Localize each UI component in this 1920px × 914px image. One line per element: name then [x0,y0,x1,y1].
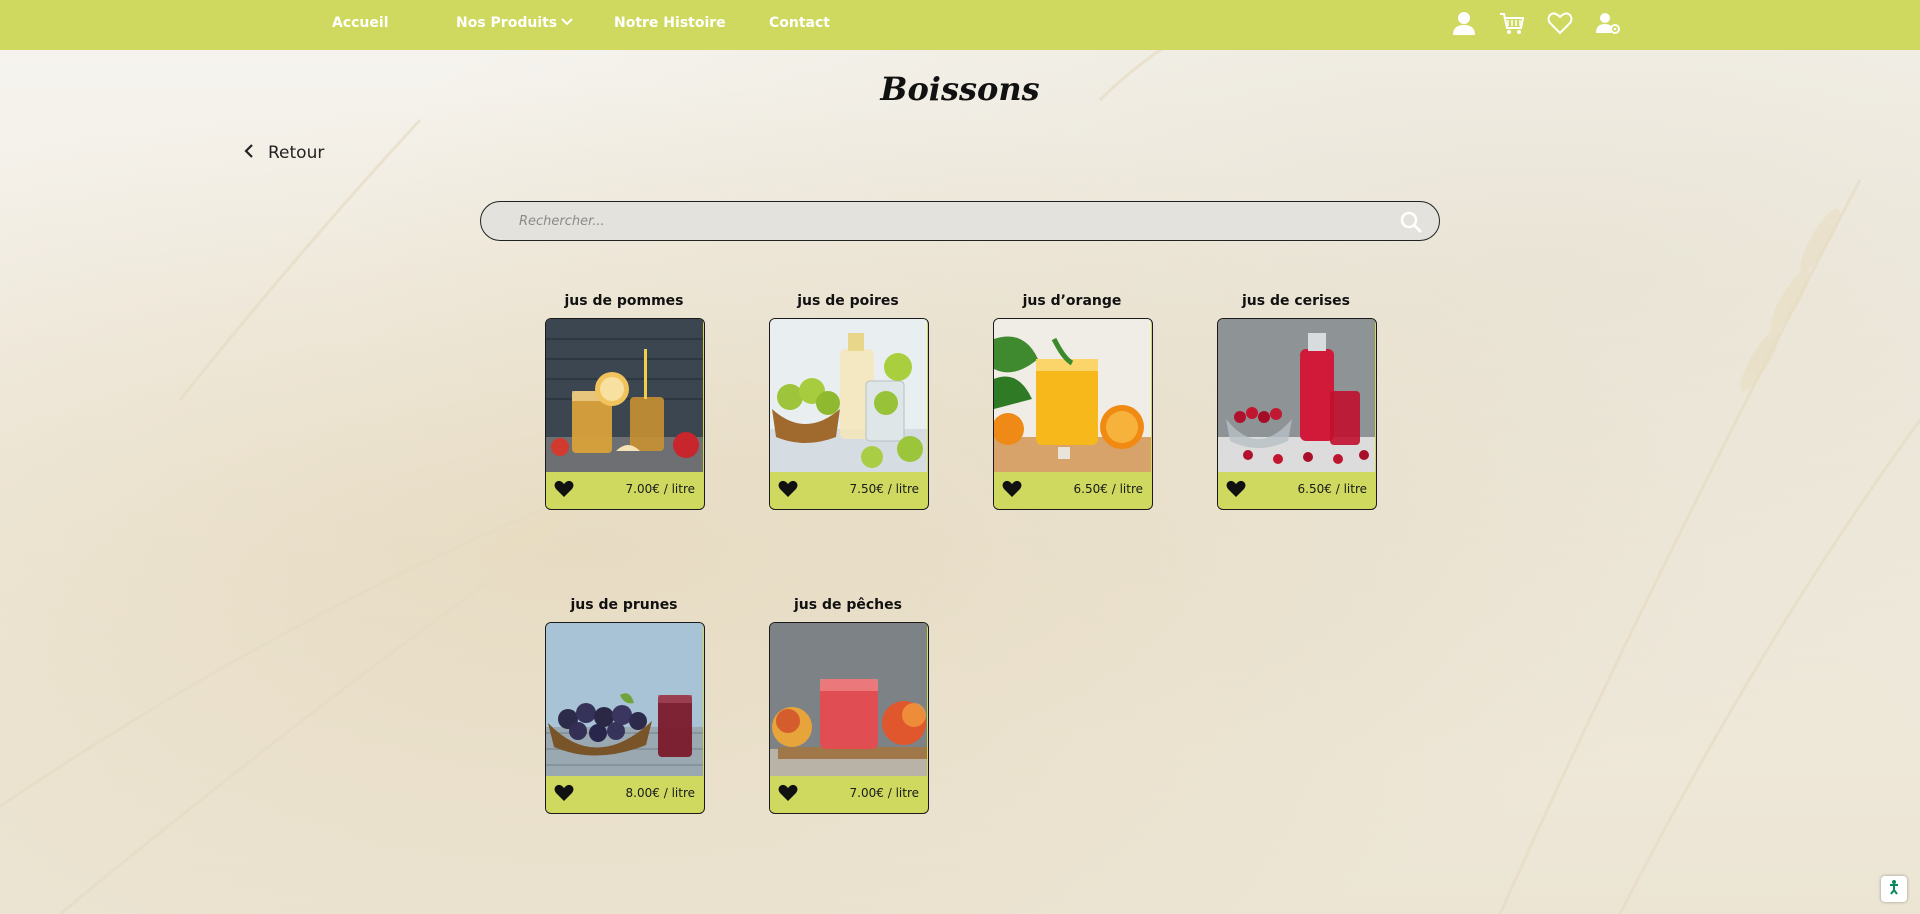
product-name: jus d’orange [1022,293,1122,309]
product-card-jus-de-cerises: jus de cerises 6.50€ / litre [1215,290,1377,510]
nav-link-notre-histoire[interactable]: Notre Histoire [614,0,726,46]
product-tile[interactable]: 7.00€ / litre [545,318,705,510]
product-price: 7.50€ / litre [849,482,919,496]
product-price: 7.00€ / litre [625,482,695,496]
back-button[interactable]: Retour [244,140,324,166]
nav-link-accueil[interactable]: Accueil [332,0,389,46]
user-settings-icon[interactable] [1594,9,1622,37]
nav-link-contact[interactable]: Contact [769,0,830,46]
product-image-plum-juice [546,623,703,776]
product-tile[interactable]: 8.00€ / litre [545,622,705,814]
product-price: 6.50€ / litre [1297,482,1367,496]
top-navbar: Accueil Nos Produits Notre Histoire Cont… [0,0,1920,50]
product-name: jus de poires [797,293,899,309]
product-footer: 7.50€ / litre [770,472,927,508]
product-image-cherry-juice [1218,319,1375,472]
favorite-heart-icon[interactable] [1002,480,1022,498]
product-footer: 6.50€ / litre [994,472,1151,508]
search-input[interactable] [519,210,1359,232]
product-card-jus-de-poires: jus de poires 7.50€ / litre [767,290,929,510]
product-name: jus de pêches [794,597,902,613]
product-tile[interactable]: 7.50€ / litre [769,318,929,510]
product-image-pear-juice [770,319,927,472]
product-tile[interactable]: 6.50€ / litre [993,318,1153,510]
search-bar [480,201,1440,241]
accessibility-button[interactable] [1881,876,1907,902]
favorite-heart-icon[interactable] [778,480,798,498]
search-icon[interactable] [1399,210,1423,234]
product-tile[interactable]: 6.50€ / litre [1217,318,1377,510]
page-title: Boissons [880,70,1040,108]
accessibility-icon [1887,879,1901,899]
cart-icon[interactable] [1498,9,1526,37]
background-wheat-image [0,0,1920,914]
favorite-heart-icon[interactable] [778,784,798,802]
product-image-orange-juice [994,319,1151,472]
back-label: Retour [268,143,325,163]
heart-icon[interactable] [1546,9,1574,37]
product-name: jus de prunes [570,597,678,613]
favorite-heart-icon[interactable] [554,784,574,802]
product-price: 8.00€ / litre [625,786,695,800]
product-name: jus de cerises [1241,293,1351,309]
product-tile[interactable]: 7.00€ / litre [769,622,929,814]
product-card-jus-de-peches: jus de pêches 7.00€ / litre [767,594,929,814]
favorite-heart-icon[interactable] [554,480,574,498]
product-card-jus-de-prunes: jus de prunes 8.00€ / litre [543,594,705,814]
product-footer: 7.00€ / litre [546,472,703,508]
product-footer: 6.50€ / litre [1218,472,1375,508]
product-card-jus-d-orange: jus d’orange 6.50€ / litre [991,290,1153,510]
product-price: 6.50€ / litre [1073,482,1143,496]
product-footer: 7.00€ / litre [770,776,927,812]
chevron-left-icon [244,143,254,164]
chevron-down-icon [561,0,573,46]
nav-link-nos-produits-label: Nos Produits [456,15,558,31]
product-name: jus de pommes [564,293,684,309]
favorite-heart-icon[interactable] [1226,480,1246,498]
nav-link-nos-produits[interactable]: Nos Produits [456,0,573,46]
product-card-jus-de-pommes: jus de pommes 7.00€ / litre [543,290,705,510]
product-price: 7.00€ / litre [849,786,919,800]
product-image-apple-juice [546,319,703,472]
product-image-peach-juice [770,623,927,776]
user-icon[interactable] [1450,9,1478,37]
product-footer: 8.00€ / litre [546,776,703,812]
